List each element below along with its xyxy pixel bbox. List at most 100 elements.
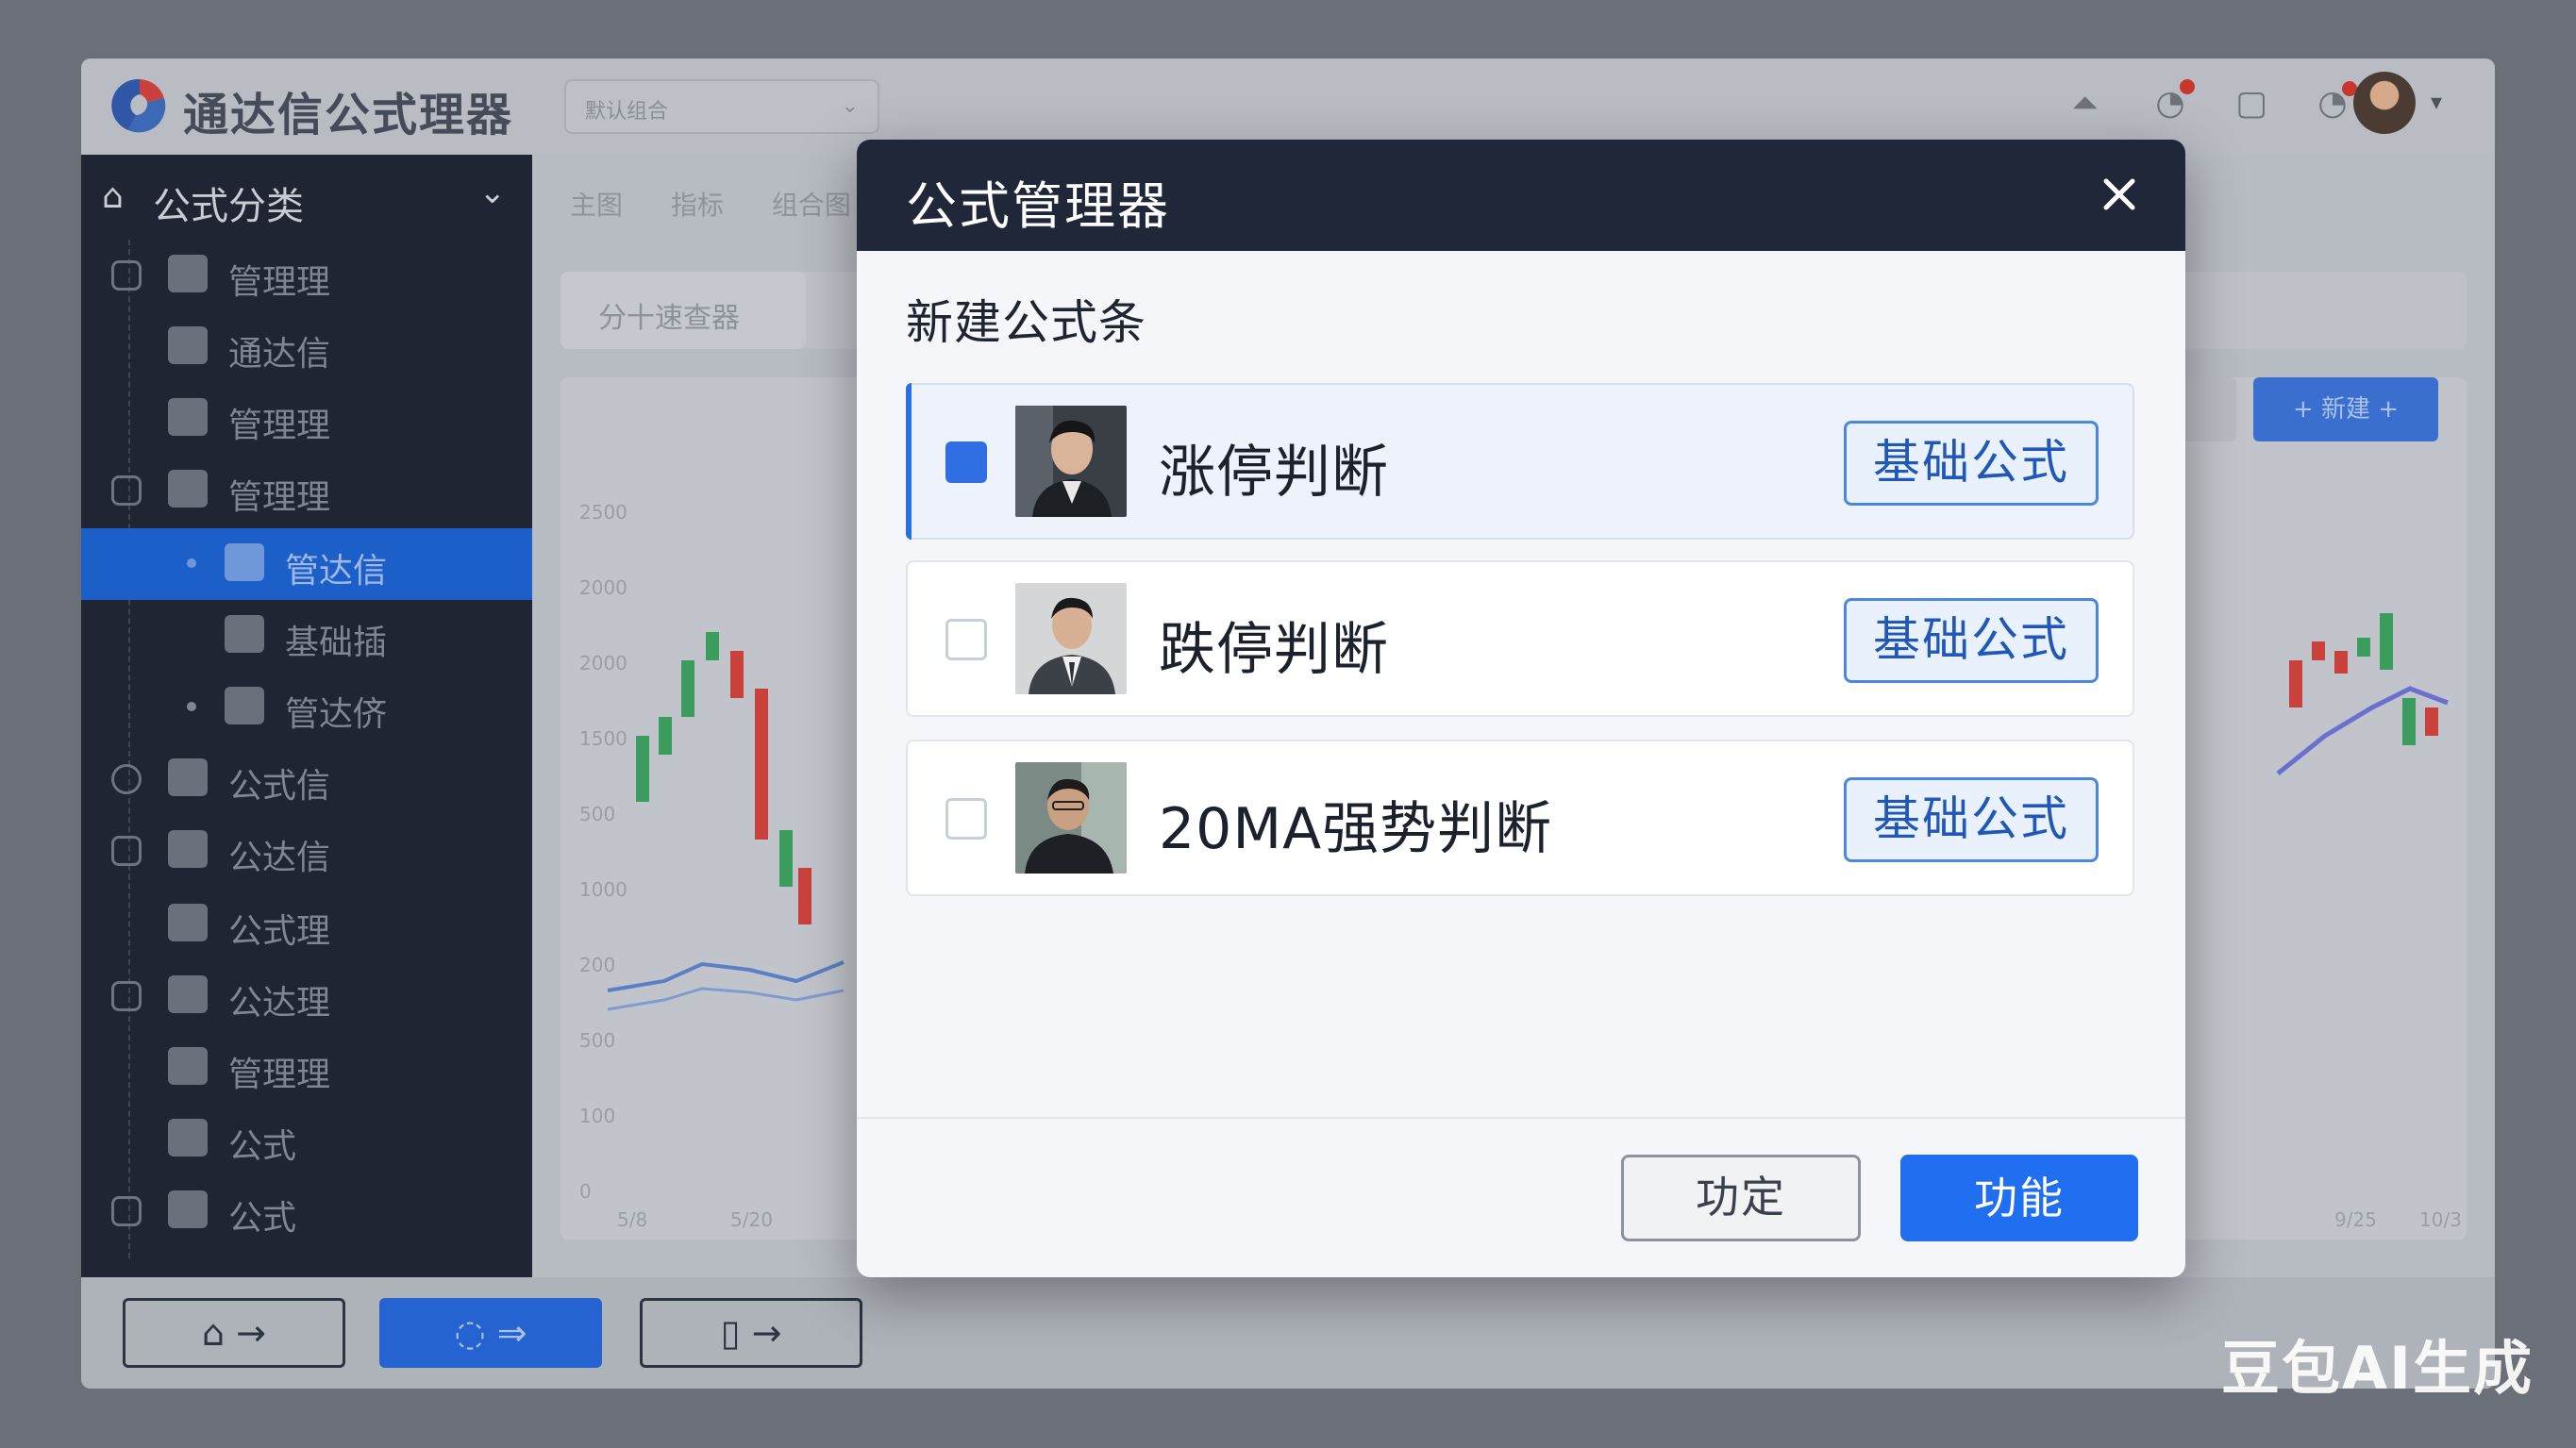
candle	[659, 717, 672, 755]
ma-line-left	[607, 960, 845, 992]
candle	[2312, 641, 2325, 660]
sidebar-item-2[interactable]: 通达信	[81, 311, 532, 383]
sidebar-item-label: 公式理	[228, 912, 331, 951]
sidebar-item-label: 管达信	[285, 552, 388, 591]
sidebar-item-label: 公达理	[228, 984, 331, 1023]
sidebar-item-3[interactable]: 管理理	[81, 383, 532, 455]
app-title: 通达信公式理器	[183, 89, 514, 141]
y-tick-label: 100	[579, 1105, 615, 1127]
sidebar-item-active[interactable]: 管达信	[81, 528, 532, 600]
tab-combo[interactable]: 组合图	[772, 190, 851, 221]
sidebar-item-label: 基础插	[285, 624, 388, 662]
sidebar-header[interactable]: ⌂ 公式分类 ⌄	[81, 155, 532, 240]
sidebar-item-10[interactable]: 公式理	[81, 889, 532, 960]
sidebar-item-11[interactable]: 公达理	[81, 960, 532, 1032]
header-select-value: 默认组合	[585, 100, 669, 124]
chevron-down-icon: ⌄	[841, 94, 859, 118]
x-tick-label: 5/8	[617, 1208, 647, 1231]
avatar	[1015, 762, 1127, 874]
formula-tag-button[interactable]: 基础公式	[1844, 777, 2099, 862]
candles-left	[636, 632, 811, 924]
item-checkbox[interactable]	[945, 441, 987, 483]
header-select[interactable]: 默认组合 ⌄	[564, 79, 879, 134]
sidebar-item-13[interactable]: 公式	[81, 1104, 532, 1175]
window-icon[interactable]: ▢	[2231, 83, 2272, 125]
formula-item[interactable]: 20MA强势判断 基础公式	[906, 740, 2134, 896]
collapse-toggle-icon[interactable]	[111, 260, 142, 291]
sidebar-item-label: 公式	[228, 1127, 297, 1166]
file-icon	[168, 830, 208, 868]
item-checkbox[interactable]	[945, 619, 987, 660]
sidebar-item-6[interactable]: 基础插	[81, 600, 532, 672]
chart-icon	[168, 398, 208, 436]
formula-item[interactable]: 跌停判断 基础公式	[906, 560, 2134, 717]
document-icon	[225, 543, 264, 581]
formula-tag-button[interactable]: 基础公式	[1844, 421, 2099, 506]
sidebar-item-label: 管理理	[228, 407, 331, 445]
sidebar-item-9[interactable]: 公达信	[81, 815, 532, 887]
candle	[2425, 707, 2438, 736]
y-tick-label: 1500	[579, 727, 627, 750]
collapse-toggle-icon[interactable]	[111, 1196, 142, 1226]
app-logo-icon	[111, 78, 166, 133]
sidebar-item-label: 管理理	[228, 478, 331, 517]
modal-divider	[857, 1117, 2185, 1119]
sidebar-item-1[interactable]: 管理理	[81, 240, 532, 311]
sidebar-header-label: 公式分类	[153, 185, 304, 228]
sidebar-item-label: 公式	[228, 1199, 297, 1238]
sidebar-item-label: 公达信	[228, 839, 331, 877]
home-icon	[168, 255, 208, 292]
modal-title: 公式管理器	[906, 176, 1170, 236]
formula-item[interactable]: 涨停判断 基础公式	[906, 383, 2134, 540]
search-nav-button[interactable]: ◌ ⇒	[379, 1298, 602, 1368]
layers-icon	[225, 615, 264, 653]
candle	[2402, 698, 2416, 745]
bell-icon[interactable]: ⏶	[2065, 83, 2106, 125]
tab-row: 主图 指标 组合图	[570, 185, 891, 223]
sidebar-item-4[interactable]: 管理理	[81, 455, 532, 526]
sidebar-item-label: 公式信	[228, 767, 331, 806]
secondary-button[interactable]: 功定	[1621, 1155, 1861, 1241]
section-title: 新建公式条	[906, 295, 1146, 350]
home-nav-button[interactable]: ⌂ →	[123, 1298, 345, 1368]
device-nav-button[interactable]: ▯ →	[640, 1298, 862, 1368]
tab-indicator[interactable]: 指标	[671, 190, 724, 221]
item-checkbox[interactable]	[945, 798, 987, 840]
x-tick-label: 5/20	[730, 1208, 773, 1231]
y-tick-label: 200	[579, 954, 615, 976]
filter-pill[interactable]: 分十速查器	[560, 272, 806, 349]
candle	[798, 868, 811, 924]
ma-line-right	[2276, 686, 2449, 775]
edit-icon	[168, 1047, 208, 1085]
y-tick-label: 0	[579, 1180, 592, 1203]
avatar	[1015, 583, 1127, 694]
close-icon[interactable]	[2093, 168, 2146, 221]
tab-main[interactable]: 主图	[570, 190, 623, 221]
caret-down-icon[interactable]: ▾	[2431, 89, 2442, 115]
sidebar-item-14[interactable]: 公式	[81, 1175, 532, 1247]
formula-name: 20MA强势判断	[1159, 796, 1553, 862]
briefcase-icon	[168, 1119, 208, 1157]
primary-button[interactable]: 功能	[1900, 1155, 2138, 1241]
candle	[2289, 660, 2302, 707]
y-tick-label: 1000	[579, 878, 627, 901]
tree-bullet	[187, 558, 196, 568]
collapse-toggle-icon[interactable]	[111, 836, 142, 866]
y-tick-label: 500	[579, 803, 615, 825]
formula-tag-button[interactable]: 基础公式	[1844, 598, 2099, 683]
ma-line-left-2	[607, 987, 845, 1011]
y-tick-label: 2000	[579, 652, 627, 674]
grid-icon	[168, 904, 208, 941]
sidebar-item-label: 管理理	[228, 1056, 331, 1094]
sidebar-item-12[interactable]: 管理理	[81, 1032, 532, 1104]
formula-manager-modal: 公式管理器 新建公式条 涨停判断 基础公式 跌停判断 基础公式 20MA强势判断…	[857, 140, 2185, 1277]
candle	[730, 651, 744, 698]
user-avatar[interactable]	[2353, 72, 2416, 134]
sidebar-item-7[interactable]: 管达侪	[81, 672, 532, 743]
candle	[636, 736, 649, 802]
printer-icon	[168, 1190, 208, 1228]
sidebar-item-8[interactable]: 公式信	[81, 743, 532, 815]
collapse-toggle-icon[interactable]	[111, 981, 142, 1011]
collapse-toggle-icon[interactable]	[111, 764, 142, 794]
collapse-toggle-icon[interactable]	[111, 475, 142, 506]
